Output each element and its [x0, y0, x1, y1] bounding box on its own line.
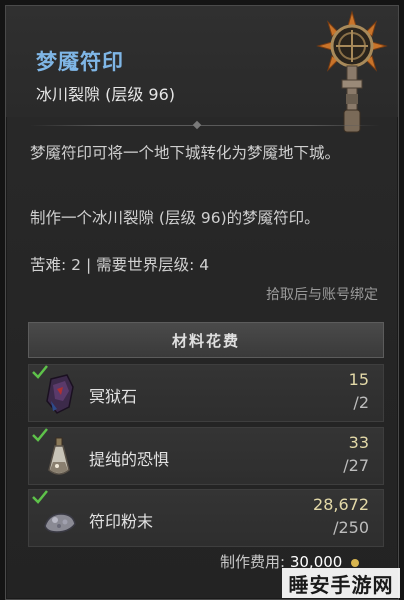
sigil-item-icon	[316, 10, 388, 133]
materials-header: 材料花费	[28, 322, 384, 358]
material-row: 符印粉末 28,672 /250	[28, 489, 384, 547]
material-owned: 33	[348, 433, 369, 452]
material-required: /250	[333, 518, 369, 537]
material-name: 提纯的恐惧	[89, 450, 170, 469]
watermark: 睡安手游网	[282, 568, 400, 598]
material-required: /2	[353, 393, 369, 412]
gold-icon	[351, 558, 360, 567]
item-description: 梦魇符印可将一个地下城转化为梦魇地下城。	[30, 144, 341, 162]
material-row: 提纯的恐惧 33 /27	[28, 427, 384, 485]
cost-label: 制作费用:	[220, 553, 286, 571]
dark-stone-icon	[46, 374, 74, 414]
craft-description: 制作一个冰川裂隙 (层级 96)的梦魇符印。	[30, 209, 320, 227]
material-row: 冥狱石 15 /2	[28, 364, 384, 422]
material-name: 冥狱石	[89, 387, 138, 406]
material-owned: 15	[348, 370, 369, 389]
item-subtitle: 冰川裂隙 (层级 96)	[36, 85, 176, 104]
account-bind-notice: 拾取后与账号绑定	[266, 287, 378, 303]
material-owned: 28,672	[313, 495, 369, 514]
fear-vial-icon	[48, 437, 70, 475]
difficulty-requirement: 苦难: 2 | 需要世界层级: 4	[30, 256, 210, 274]
tooltip-header: 梦魇符印 冰川裂隙 (层级 96)	[6, 6, 398, 133]
sigil-powder-icon	[44, 513, 76, 533]
item-title: 梦魇符印	[36, 50, 124, 74]
header-divider	[30, 120, 380, 130]
material-required: /27	[343, 456, 369, 475]
material-name: 符印粉末	[89, 512, 154, 531]
